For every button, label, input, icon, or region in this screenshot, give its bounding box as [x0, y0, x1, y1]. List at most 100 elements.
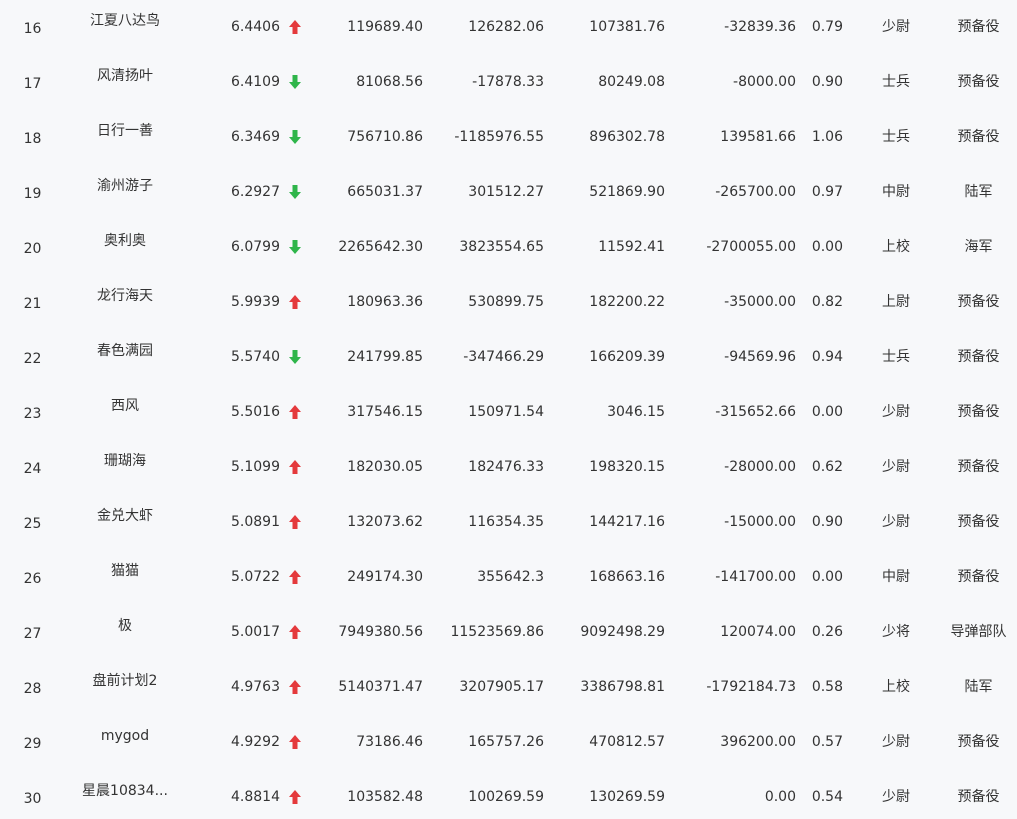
value-3-cell: 521869.90	[589, 184, 665, 200]
rank-cell: 26	[23, 571, 42, 587]
military-rank-cell: 少将	[882, 624, 910, 640]
table-row[interactable]: 28 盘前计划2 4.9763 5140371.47 3207905.17 3386798…	[0, 660, 1017, 715]
value-4-cell: 120074.00	[720, 624, 796, 640]
name-cell[interactable]: 奥利奥	[60, 214, 190, 269]
table-row[interactable]: 26 猫猫 5.0722 249174.30 355642.3 168663.16 -141…	[0, 550, 1017, 605]
rank-cell: 22	[23, 351, 42, 367]
military-rank-cell: 士兵	[882, 74, 910, 90]
table-row[interactable]: 22 春色满园 5.5740 241799.85 -347466.29 166209.39…	[0, 330, 1017, 385]
value-4-cell: -94569.96	[724, 349, 796, 365]
name-cell[interactable]: 珊瑚海	[60, 434, 190, 489]
ratio-cell: 0.62	[811, 459, 843, 475]
score-cell: 5.0017	[231, 624, 280, 640]
name-cell[interactable]: 春色满园	[60, 324, 190, 379]
value-1-cell: 241799.85	[347, 349, 423, 365]
ratio-cell: 0.00	[811, 239, 843, 255]
value-2-cell: -347466.29	[463, 349, 544, 365]
table-row[interactable]: 27 极 5.0017 7949380.56 11523569.86 9092498.29…	[0, 605, 1017, 660]
value-4-cell: 396200.00	[720, 734, 796, 750]
name-cell[interactable]: 金兑大虾	[60, 489, 190, 544]
unit-cell: 预备役	[957, 19, 1000, 35]
table-row[interactable]: 24 珊瑚海 5.1099 182030.05 182476.33 198320.15 -2…	[0, 440, 1017, 495]
value-3-cell: 3386798.81	[580, 679, 665, 695]
rank-cell: 25	[23, 516, 42, 532]
score-cell: 5.5740	[231, 349, 280, 365]
military-rank-cell: 少尉	[882, 404, 910, 420]
value-4-cell: -35000.00	[724, 294, 796, 310]
name-cell[interactable]: 极	[60, 599, 190, 654]
table-row[interactable]: 19 渝州游子 6.2927 665031.37 301512.27 521869.90-…	[0, 165, 1017, 220]
ratio-cell: 0.00	[811, 569, 843, 585]
unit-cell: 导弹部队	[950, 624, 1007, 640]
value-3-cell: 198320.15	[589, 459, 665, 475]
value-4-cell: -1792184.73	[706, 679, 796, 695]
military-rank-cell: 士兵	[882, 349, 910, 365]
value-4-cell: -15000.00	[724, 514, 796, 530]
name-cell[interactable]: 星晨10834...	[60, 764, 190, 819]
value-1-cell: 180963.36	[347, 294, 423, 310]
unit-cell: 海军	[964, 239, 993, 255]
name-cell[interactable]: 渝州游子	[60, 159, 190, 214]
ratio-cell: 0.94	[811, 349, 843, 365]
score-cell: 5.5016	[231, 404, 280, 420]
value-4-cell: 0.00	[764, 789, 796, 805]
name-cell[interactable]: 龙行海天	[60, 269, 190, 324]
value-4-cell: -8000.00	[733, 74, 796, 90]
name-cell[interactable]: 江夏八达鸟	[60, 0, 190, 49]
military-rank-cell: 上校	[882, 239, 910, 255]
ratio-cell: 1.06	[811, 129, 843, 145]
ratio-cell: 0.90	[811, 514, 843, 530]
rank-cell: 28	[23, 681, 42, 697]
value-4-cell: -32839.36	[724, 19, 796, 35]
score-cell: 6.3469	[231, 129, 280, 145]
value-3-cell: 896302.78	[589, 129, 665, 145]
unit-cell: 预备役	[957, 404, 1000, 420]
score-cell: 6.2927	[231, 184, 280, 200]
table-row[interactable]: 20 奥利奥 6.0799 2265642.30 3823554.65 11592.41-…	[0, 220, 1017, 275]
value-3-cell: 9092498.29	[580, 624, 665, 640]
rank-cell: 16	[23, 21, 42, 37]
value-2-cell: -1185976.55	[454, 129, 544, 145]
name-cell[interactable]: 日行一善	[60, 104, 190, 159]
table-row[interactable]: 29 mygod 4.9292 73186.46 165757.26 470812.57 3…	[0, 715, 1017, 770]
unit-cell: 预备役	[957, 734, 1000, 750]
military-rank-cell: 少尉	[882, 459, 910, 475]
rank-cell: 27	[23, 626, 42, 642]
table-row[interactable]: 18 日行一善 6.3469 756710.86 -1185976.55 896302.7…	[0, 110, 1017, 165]
value-1-cell: 5140371.47	[338, 679, 423, 695]
name-cell[interactable]: 盘前计划2	[60, 654, 190, 709]
score-cell: 5.0891	[231, 514, 280, 530]
value-2-cell: 126282.06	[468, 19, 544, 35]
value-4-cell: 139581.66	[720, 129, 796, 145]
table-row[interactable]: 17 风清扬叶 6.4109 81068.56 -17878.33 80249.08 -80…	[0, 55, 1017, 110]
unit-cell: 预备役	[957, 74, 1000, 90]
score-cell: 5.9939	[231, 294, 280, 310]
value-3-cell: 107381.76	[589, 19, 665, 35]
value-2-cell: 100269.59	[468, 789, 544, 805]
score-cell: 4.8814	[231, 789, 280, 805]
score-cell: 6.4406	[231, 19, 280, 35]
value-2-cell: 301512.27	[468, 184, 544, 200]
score-cell: 5.1099	[231, 459, 280, 475]
name-cell[interactable]: mygod	[60, 709, 190, 764]
name-cell[interactable]: 西风	[60, 379, 190, 434]
unit-cell: 预备役	[957, 459, 1000, 475]
value-1-cell: 317546.15	[347, 404, 423, 420]
table-row[interactable]: 21 龙行海天 5.9939 180963.36 530899.75 182200.22-…	[0, 275, 1017, 330]
value-3-cell: 144217.16	[589, 514, 665, 530]
military-rank-cell: 少尉	[882, 514, 910, 530]
table-row[interactable]: 23 西风 5.5016 317546.15 150971.54 3046.15 -3156…	[0, 385, 1017, 440]
value-2-cell: 3207905.17	[459, 679, 544, 695]
military-rank-cell: 中尉	[882, 184, 910, 200]
value-1-cell: 81068.56	[356, 74, 423, 90]
value-3-cell: 130269.59	[589, 789, 665, 805]
table-row[interactable]: 25 金兑大虾 5.0891 132073.62 116354.35 144217.16-…	[0, 495, 1017, 550]
name-cell[interactable]: 风清扬叶	[60, 49, 190, 104]
value-4-cell: -28000.00	[724, 459, 796, 475]
value-1-cell: 182030.05	[347, 459, 423, 475]
ratio-cell: 0.54	[811, 789, 843, 805]
name-cell[interactable]: 猫猫	[60, 544, 190, 599]
rank-cell: 21	[23, 296, 42, 312]
table-row[interactable]: 30 星晨10834... 4.8814 103582.48 100269.59 1302…	[0, 770, 1017, 819]
table-row[interactable]: 16 江夏八达鸟 6.4406 119689.40 126282.06 107381.76…	[0, 0, 1017, 55]
